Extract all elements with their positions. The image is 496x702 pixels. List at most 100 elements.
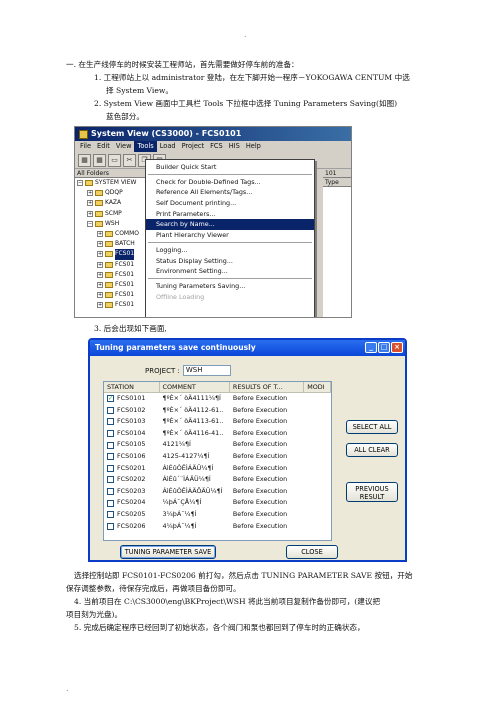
menu-item-builder-quick-start[interactable]: Builder Quick Start: [146, 162, 314, 173]
tree-item-qdqp[interactable]: + QDQP: [75, 188, 150, 198]
station-row[interactable]: FCS0202 ÁìÉû´¨ÌÁÄÜ¼¶Í Before Execution: [104, 474, 331, 486]
station-checkbox[interactable]: [107, 418, 114, 426]
step-1-continuation: 择 System View。: [106, 86, 173, 95]
station-row[interactable]: FCS0203 ÁìÉûÒÊÌÁÄÔÄÜ¼¶Í Before Execution: [104, 486, 331, 498]
column-header-results[interactable]: RESULTS OF T...: [230, 382, 305, 392]
station-checkbox[interactable]: [107, 453, 114, 461]
station-name: FCS0201: [117, 463, 146, 472]
expand-icon[interactable]: +: [97, 241, 103, 248]
station-row[interactable]: FCS0205 3¼þÁ¯¼¶Í Before Execution: [104, 509, 331, 521]
tree-item-fcs[interactable]: + FCS01: [75, 270, 150, 280]
menu-item-plant-hierarchy[interactable]: Plant Hierarchy Viewer: [146, 230, 314, 241]
menu-view[interactable]: View: [113, 141, 135, 152]
station-checkbox[interactable]: [107, 499, 114, 507]
expand-icon[interactable]: +: [87, 210, 93, 217]
tree-label: WSH: [105, 219, 120, 227]
all-clear-button[interactable]: ALL CLEAR: [346, 443, 398, 457]
minimize-icon[interactable]: _: [365, 342, 377, 353]
tree-item-common[interactable]: + COMMO: [75, 229, 150, 239]
station-checkbox[interactable]: [107, 511, 114, 519]
menu-help[interactable]: Help: [243, 141, 264, 152]
previous-result-button[interactable]: PREVIOUS RESULT: [346, 482, 398, 502]
station-row[interactable]: FCS0103 ¶ºÈ×´ öÄ4113-61.. Before Execution: [104, 416, 331, 428]
menu-file[interactable]: File: [77, 141, 94, 152]
station-row[interactable]: FCS0204 ¼þÁ¯ÇÅ¼¶Í Before Execution: [104, 497, 331, 509]
folder-icon: [105, 281, 113, 288]
expand-icon[interactable]: +: [87, 190, 93, 197]
folder-icon: [105, 302, 113, 309]
station-checkbox[interactable]: [107, 464, 114, 472]
expand-icon[interactable]: +: [87, 200, 93, 207]
maximize-icon[interactable]: □: [378, 342, 390, 353]
expand-icon[interactable]: +: [97, 251, 103, 258]
project-input[interactable]: WSH: [182, 365, 231, 376]
expand-icon[interactable]: +: [97, 271, 103, 278]
tree-item-fcs-selected[interactable]: + FCS01: [75, 249, 150, 260]
select-all-button[interactable]: SELECT ALL: [346, 420, 398, 434]
station-row[interactable]: FCS0105 4121¼¶Í Before Execution: [104, 439, 331, 451]
station-row[interactable]: FCS0206 4¼þÁ¯¼¶Í Before Execution: [104, 521, 331, 533]
station-row[interactable]: FCS0106 4125-4127¼¶Í Before Execution: [104, 451, 331, 463]
menu-item-self-document[interactable]: Self Document printing...: [146, 198, 314, 209]
menu-project[interactable]: Project: [179, 141, 208, 152]
tree-item-scmp[interactable]: + SCMP: [75, 209, 150, 219]
menu-item-status-display[interactable]: Status Display Setting...: [146, 256, 314, 267]
menu-item-tuning-parameters-saving[interactable]: Tuning Parameters Saving...: [146, 281, 314, 292]
open-folder-icon[interactable]: ▭: [108, 153, 121, 167]
folder-icon: [105, 231, 113, 238]
close-button[interactable]: CLOSE: [286, 545, 338, 559]
column-header-modified[interactable]: MODI: [304, 382, 331, 392]
station-checkbox[interactable]: [107, 476, 114, 484]
column-header-station[interactable]: STATION: [104, 382, 160, 392]
station-row[interactable]: ✓ FCS0101 ¶ºÈ×´ öÄ4111¼¶Í Before Execution: [104, 393, 331, 405]
cut-icon[interactable]: ✂: [123, 153, 136, 167]
station-checkbox[interactable]: [107, 441, 114, 449]
menu-tools[interactable]: Tools: [134, 141, 157, 152]
tree-item-system-view[interactable]: − SYSTEM VIEW: [75, 178, 150, 188]
detail-header-type[interactable]: Type: [323, 178, 351, 187]
window-controls: _ □ ×: [365, 342, 403, 353]
tree-item-fcs[interactable]: + FCS01: [75, 300, 150, 310]
grid-icon[interactable]: ▦: [78, 153, 91, 167]
grid-icon[interactable]: ▦: [93, 153, 106, 167]
tree-item-kaza[interactable]: + KAZA: [75, 198, 150, 208]
expand-icon[interactable]: +: [97, 292, 103, 299]
footer-mark: .: [66, 684, 69, 693]
tree-item-wsh[interactable]: − WSH: [75, 219, 150, 229]
station-cell: FCS0102: [104, 405, 160, 417]
tree-label: FCS01: [115, 280, 135, 288]
tuning-parameter-save-button[interactable]: TUNING PARAMETER SAVE: [120, 545, 216, 559]
station-row[interactable]: FCS0102 ¶ºÈ×´ öÄ4112-61.. Before Execution: [104, 405, 331, 417]
tree-item-batch[interactable]: + BATCH: [75, 239, 150, 249]
result-cell: Before Execution: [232, 463, 288, 472]
menu-item-environment-setting[interactable]: Environment Setting...: [146, 266, 314, 277]
expand-icon[interactable]: +: [97, 281, 103, 288]
menu-fcs[interactable]: FCS: [207, 141, 226, 152]
expand-icon[interactable]: +: [97, 231, 103, 238]
station-checkbox[interactable]: [107, 406, 114, 414]
expand-icon[interactable]: +: [97, 261, 103, 268]
menu-load[interactable]: Load: [157, 141, 179, 152]
menu-edit[interactable]: Edit: [94, 141, 113, 152]
station-checkbox[interactable]: [107, 430, 114, 438]
close-icon[interactable]: ×: [391, 342, 403, 353]
menu-item-check-double-defined[interactable]: Check for Double-Defined Tags...: [146, 177, 314, 188]
expand-icon[interactable]: +: [97, 302, 103, 309]
column-header-comment[interactable]: COMMENT: [160, 382, 230, 392]
tree-item-fcs[interactable]: + FCS01: [75, 280, 150, 290]
collapse-icon[interactable]: −: [87, 220, 93, 227]
collapse-icon[interactable]: −: [77, 180, 83, 187]
menu-item-logging[interactable]: Logging...: [146, 245, 314, 256]
menu-item-reference-all[interactable]: Reference All Elements/Tags...: [146, 187, 314, 198]
menu-item-search-by-name[interactable]: Search by Name...: [146, 219, 314, 231]
menu-his[interactable]: HIS: [226, 141, 243, 152]
station-row[interactable]: FCS0104 ¶ºÈ×´ öÄ4116-41.. Before Execution: [104, 428, 331, 440]
station-checkbox[interactable]: ✓: [107, 395, 114, 403]
menu-item-print-parameters[interactable]: Print Parameters...: [146, 209, 314, 220]
result-cell: Before Execution: [232, 475, 288, 484]
tree-item-fcs[interactable]: + FCS01: [75, 260, 150, 270]
station-row[interactable]: FCS0201 ÁìÉûÒÊÌÁÄÜ¼¶Í Before Execution: [104, 463, 331, 475]
tree-item-fcs[interactable]: + FCS01: [75, 290, 150, 300]
station-checkbox[interactable]: [107, 522, 114, 530]
station-checkbox[interactable]: [107, 488, 114, 496]
